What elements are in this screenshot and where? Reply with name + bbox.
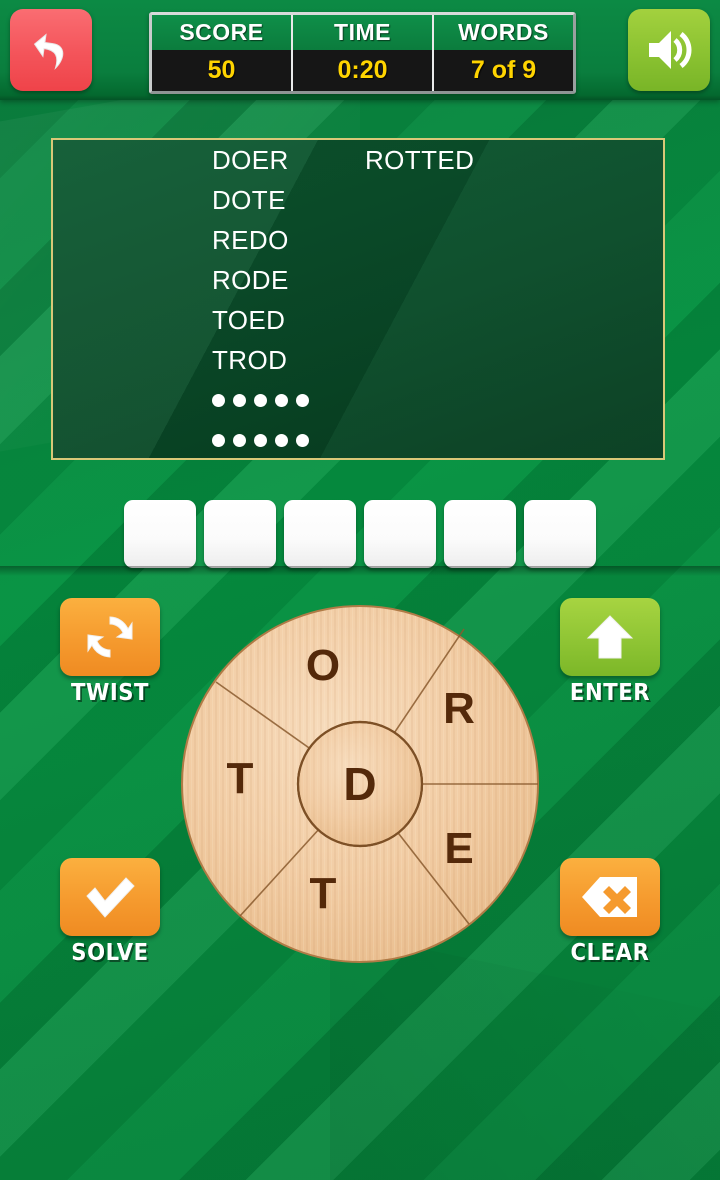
found-word: ROTTED — [365, 145, 475, 175]
guess-tile[interactable] — [284, 500, 356, 568]
hidden-letter-dot — [212, 433, 225, 447]
twist-button-label: TWIST — [70, 680, 150, 706]
found-words-column-2: ROTTED — [365, 140, 474, 180]
game-screen: SCORE 50 TIME 0:20 WORDS 7 of 9 DOER DOTE… — [0, 0, 720, 1180]
guess-tile[interactable] — [444, 500, 516, 568]
solve-button[interactable]: SOLVE — [60, 858, 160, 966]
scoreboard-cell-time: TIME 0:20 — [293, 15, 434, 91]
tile-strip-shadow — [0, 566, 720, 576]
letter-wheel[interactable]: O R E T T D — [180, 604, 540, 964]
hidden-letter-dot — [296, 433, 309, 447]
score-value: 50 — [152, 50, 291, 91]
clear-button-label: CLEAR — [570, 940, 650, 966]
solve-button-label: SOLVE — [71, 940, 149, 966]
time-label: TIME — [293, 15, 432, 50]
wheel-graphic — [181, 605, 539, 963]
enter-button[interactable]: ENTER — [560, 598, 660, 706]
found-word: TOED — [212, 305, 286, 335]
clear-button-pad — [560, 858, 660, 936]
top-bar: SCORE 50 TIME 0:20 WORDS 7 of 9 — [0, 0, 720, 100]
found-word: DOER — [212, 145, 289, 175]
twist-button[interactable]: TWIST — [60, 598, 160, 706]
words-value: 7 of 9 — [434, 50, 573, 91]
solve-button-pad — [60, 858, 160, 936]
scoreboard-cell-words: WORDS 7 of 9 — [434, 15, 573, 91]
hidden-word-dots — [212, 380, 309, 420]
score-label: SCORE — [152, 15, 291, 50]
clear-button[interactable]: CLEAR — [560, 858, 660, 966]
guess-tile[interactable] — [204, 500, 276, 568]
found-words-column-1: DOER DOTE REDO RODE TOED TROD — [212, 140, 309, 460]
guess-tile[interactable] — [524, 500, 596, 568]
hidden-letter-dot — [296, 393, 309, 407]
backspace-icon — [582, 877, 637, 917]
scoreboard: SCORE 50 TIME 0:20 WORDS 7 of 9 — [149, 12, 576, 94]
hidden-letter-dot — [275, 393, 288, 407]
time-value: 0:20 — [293, 50, 432, 91]
found-words-panel: DOER DOTE REDO RODE TOED TROD ROTTED — [51, 138, 665, 460]
back-button[interactable] — [10, 9, 92, 91]
check-icon — [86, 877, 135, 918]
found-word: RODE — [212, 265, 289, 295]
found-word: DOTE — [212, 185, 286, 215]
hidden-letter-dot — [254, 433, 267, 447]
hidden-word-dots — [212, 420, 309, 460]
hidden-letter-dot — [254, 393, 267, 407]
speaker-icon — [649, 31, 692, 69]
found-word: TROD — [212, 345, 288, 375]
enter-button-pad — [560, 598, 660, 676]
enter-button-label: ENTER — [569, 680, 651, 706]
sound-button[interactable] — [628, 9, 710, 91]
guess-tile[interactable] — [124, 500, 196, 568]
hidden-letter-dot — [275, 433, 288, 447]
back-arrow-icon — [33, 33, 64, 70]
recycle-icon — [87, 616, 133, 658]
hidden-letter-dot — [233, 433, 246, 447]
guess-tile[interactable] — [364, 500, 436, 568]
background-chevron-bottom — [330, 928, 720, 1180]
up-arrow-icon — [586, 615, 634, 659]
scoreboard-cell-score: SCORE 50 — [152, 15, 293, 91]
words-label: WORDS — [434, 15, 573, 50]
found-word: REDO — [212, 225, 289, 255]
hidden-letter-dot — [233, 393, 246, 407]
guess-tile-strip — [0, 500, 720, 575]
twist-button-pad — [60, 598, 160, 676]
hidden-letter-dot — [212, 393, 225, 407]
